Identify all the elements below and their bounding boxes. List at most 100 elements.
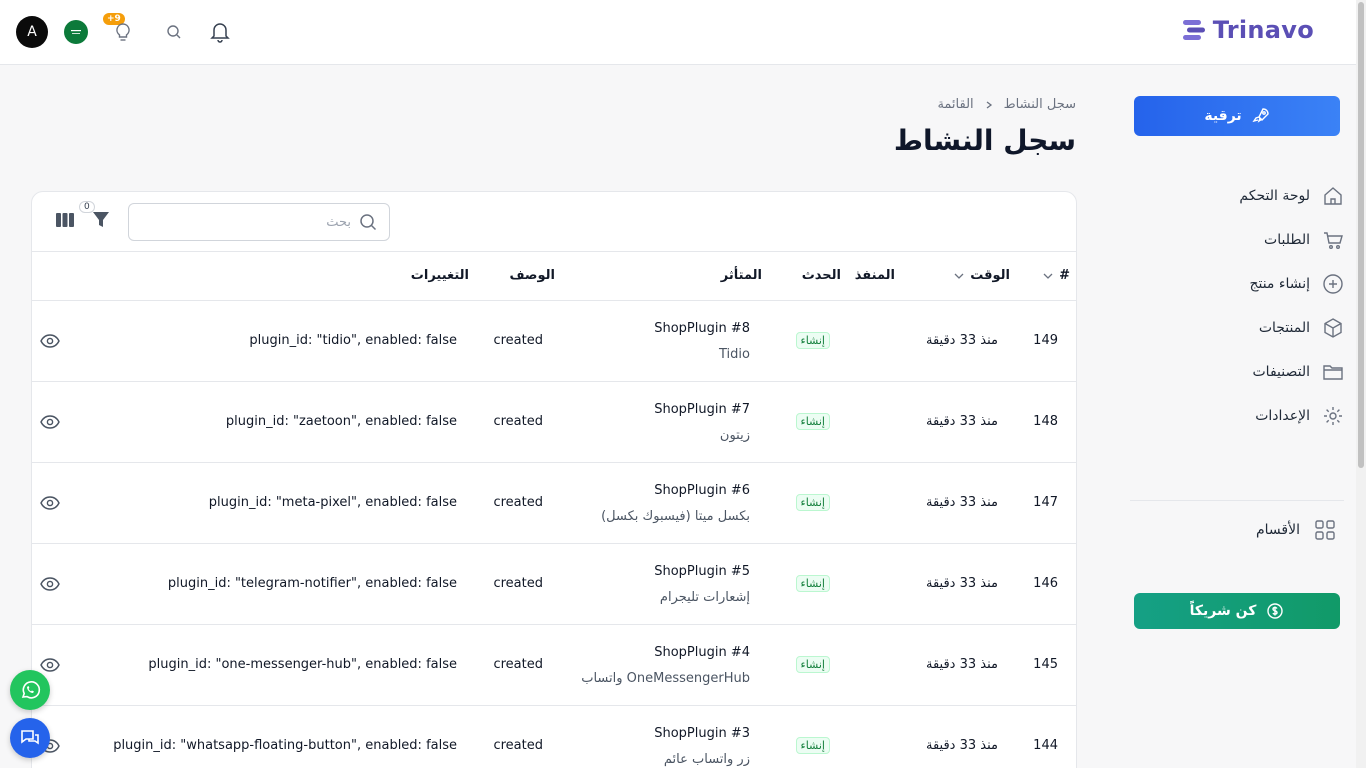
whatsapp-chat-button[interactable] (10, 670, 50, 710)
chevron-down-icon (1043, 273, 1053, 279)
row-subject[interactable]: ShopPlugin #6 (654, 483, 750, 498)
view-eye-icon[interactable] (40, 576, 60, 595)
sidebar-item-sections[interactable]: الأقسام (1134, 508, 1336, 552)
row-id: 149 (1033, 333, 1058, 348)
dollar-circle-icon (1267, 603, 1284, 619)
row-id: 146 (1033, 576, 1058, 591)
lightbulb-icon[interactable] (112, 20, 134, 44)
chat-bubbles-icon (21, 730, 39, 745)
table-row[interactable]: 145 منذ 33 دقيقة إنشاء ShopPlugin #4 وات… (32, 625, 1076, 706)
sidebar-item-categories[interactable]: التصنيفات (1134, 350, 1344, 394)
view-eye-icon[interactable] (40, 414, 60, 433)
row-description: created (493, 738, 543, 753)
sidebar-item-label: الإعدادات (1255, 408, 1310, 424)
sidebar-item-label: المنتجات (1258, 320, 1310, 336)
activity-log-table: 0 # الوقت المنفذ الحدث المتأثر الوصف الت… (31, 191, 1077, 768)
view-eye-icon[interactable] (40, 657, 60, 676)
chevron-left-icon (986, 100, 992, 109)
sidebar-item-settings[interactable]: الإعدادات (1134, 394, 1344, 438)
row-changes: plugin_id: "tidio", enabled: false (249, 333, 457, 348)
search-icon[interactable] (166, 24, 182, 44)
table-row[interactable]: 144 منذ 33 دقيقة إنشاء ShopPlugin #3 زر … (32, 706, 1076, 768)
table-row[interactable]: 149 منذ 33 دقيقة إنشاء ShopPlugin #8 Tid… (32, 301, 1076, 382)
support-chat-button[interactable] (10, 718, 50, 758)
column-header-description[interactable]: الوصف (509, 268, 555, 283)
brand-name: Trinavo (1212, 16, 1314, 44)
breadcrumb-parent[interactable]: القائمة (937, 97, 973, 112)
search-icon (360, 214, 377, 231)
row-subject[interactable]: ShopPlugin #3 (654, 726, 750, 741)
row-subject-name: زر واتساب عائم (663, 752, 750, 767)
row-subject-name: واتساب OneMessengerHub (581, 671, 750, 686)
breadcrumb: القائمة سجل النشاط (937, 97, 1076, 112)
page-title: سجل النشاط (893, 124, 1076, 157)
table-header: # الوقت المنفذ الحدث المتأثر الوصف التغي… (32, 251, 1076, 301)
row-subject[interactable]: ShopPlugin #8 (654, 321, 750, 336)
table-search-field[interactable] (128, 203, 390, 241)
sidebar-divider (1130, 500, 1344, 501)
upgrade-label: ترقية (1204, 108, 1242, 124)
gear-icon (1324, 407, 1342, 425)
rocket-icon (1252, 108, 1269, 123)
row-time: منذ 33 دقيقة (926, 333, 998, 348)
row-subject-name: زيتون (719, 428, 750, 443)
row-subject-name: إشعارات تليجرام (659, 590, 750, 605)
column-header-label: # (1059, 268, 1070, 283)
sidebar-item-orders[interactable]: الطلبات (1134, 218, 1344, 262)
scrollbar-thumb[interactable] (1358, 2, 1364, 468)
brand-logo[interactable]: Trinavo (1181, 16, 1314, 44)
user-avatar[interactable]: A (16, 16, 48, 48)
column-header-label: الوقت (970, 268, 1010, 283)
row-changes: plugin_id: "zaetoon", enabled: false (225, 414, 457, 429)
columns-icon[interactable] (56, 212, 74, 232)
table-row[interactable]: 148 منذ 33 دقيقة إنشاء ShopPlugin #7 زيت… (32, 382, 1076, 463)
row-description: created (493, 495, 543, 510)
event-badge: إنشاء (795, 413, 830, 430)
row-changes: plugin_id: "whatsapp-floating-button", e… (113, 738, 457, 753)
sidebar-item-label: الأقسام (1256, 522, 1300, 538)
view-eye-icon[interactable] (40, 333, 60, 352)
box-icon (1324, 318, 1342, 338)
row-subject-name: Tidio (719, 347, 750, 362)
column-header-label: التغييرات (410, 268, 469, 283)
sidebar-item-dashboard[interactable]: لوحة التحكم (1134, 174, 1344, 218)
table-row[interactable]: 147 منذ 33 دقيقة إنشاء ShopPlugin #6 بكس… (32, 463, 1076, 544)
sidebar-item-label: إنشاء منتج (1249, 276, 1310, 292)
row-time: منذ 33 دقيقة (926, 738, 998, 753)
event-badge: إنشاء (795, 332, 830, 349)
plus-circle-icon (1323, 274, 1343, 294)
top-bar: A +9 Trinavo (0, 0, 1356, 65)
column-header-causer[interactable]: المنفذ (855, 268, 895, 283)
sidebar-item-create-product[interactable]: إنشاء منتج (1134, 262, 1344, 306)
row-description: created (493, 333, 543, 348)
language-flag-icon[interactable] (64, 20, 88, 44)
event-badge: إنشاء (795, 575, 830, 592)
row-subject[interactable]: ShopPlugin #4 (654, 645, 750, 660)
table-search-input[interactable] (151, 214, 351, 230)
row-description: created (493, 576, 543, 591)
table-row[interactable]: 146 منذ 33 دقيقة إنشاء ShopPlugin #5 إشع… (32, 544, 1076, 625)
row-subject[interactable]: ShopPlugin #7 (654, 402, 750, 417)
row-changes: plugin_id: "meta-pixel", enabled: false (208, 495, 457, 510)
sidebar-item-products[interactable]: المنتجات (1134, 306, 1344, 350)
column-header-time[interactable]: الوقت (954, 268, 1010, 283)
upgrade-button[interactable]: ترقية (1134, 96, 1340, 136)
event-badge: إنشاء (795, 737, 830, 754)
column-header-id[interactable]: # (1043, 268, 1070, 283)
page-scrollbar[interactable] (1356, 0, 1366, 768)
partner-label: كن شريكاً (1189, 603, 1257, 619)
grid-icon (1315, 520, 1335, 540)
column-header-changes[interactable]: التغييرات (411, 268, 469, 283)
column-header-event[interactable]: الحدث (802, 268, 841, 283)
view-eye-icon[interactable] (40, 495, 60, 514)
bell-icon[interactable] (210, 21, 230, 47)
row-changes: plugin_id: "one-messenger-hub", enabled:… (148, 657, 457, 672)
row-subject[interactable]: ShopPlugin #5 (654, 564, 750, 579)
filter-icon[interactable] (92, 211, 110, 233)
row-id: 145 (1033, 657, 1058, 672)
become-partner-button[interactable]: كن شريكاً (1134, 593, 1340, 629)
column-header-subject[interactable]: المتأثر (721, 268, 762, 283)
column-header-label: الوصف (509, 268, 555, 283)
column-header-label: المنفذ (854, 268, 895, 283)
filter-count-badge: 0 (79, 201, 95, 213)
